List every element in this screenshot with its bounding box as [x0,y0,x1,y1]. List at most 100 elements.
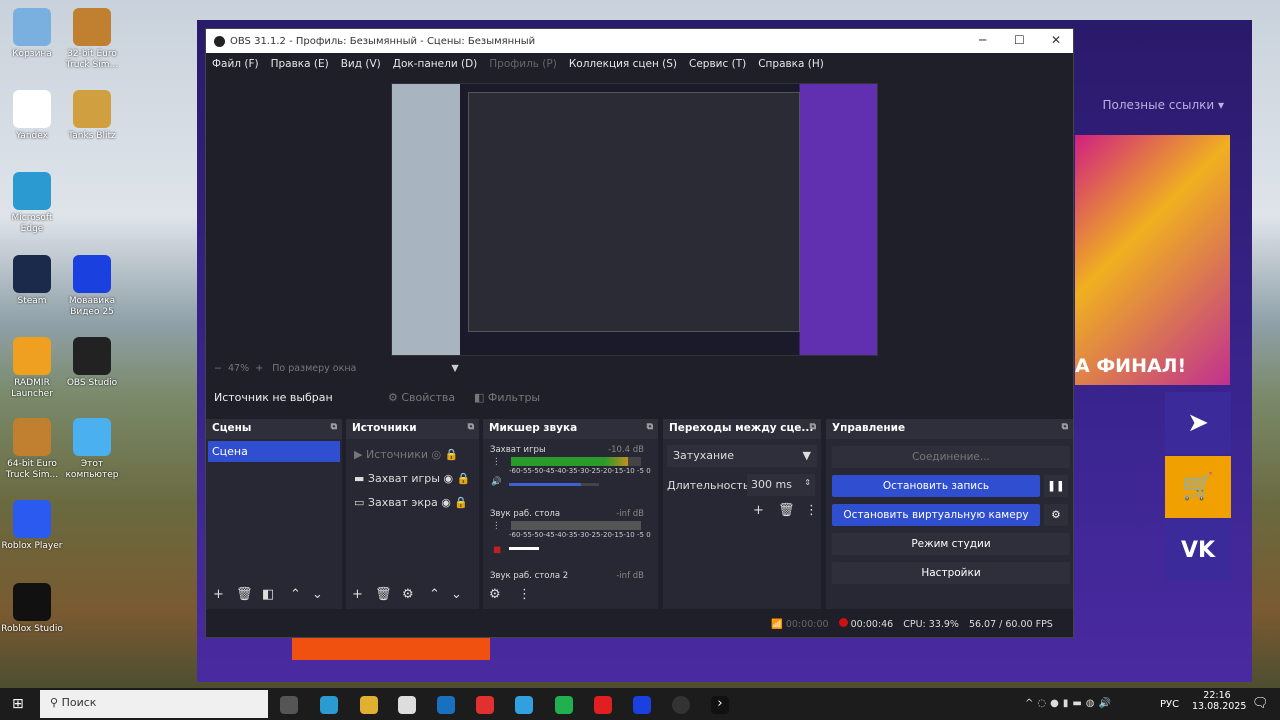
language-indicator[interactable]: РУС [1160,699,1179,710]
whatsapp-icon[interactable] [555,696,573,714]
menu-tools[interactable]: Сервис (T) [689,58,746,70]
mixer-settings-icon[interactable]: ⚙ [489,587,501,602]
zoom-in-button[interactable]: + [255,363,263,374]
store-icon[interactable] [398,696,416,714]
notification-icon[interactable]: 🗨 [1252,696,1269,711]
desktop-icon[interactable]: RADMIR Launcher [0,337,64,400]
terminal-icon[interactable]: › [711,696,729,714]
lock-icon[interactable]: 🔒 [454,496,468,509]
telegram-icon[interactable] [515,696,533,714]
maximize-button[interactable]: ☐ [1014,33,1025,47]
studio-mode-button[interactable]: Режим студии [832,533,1070,555]
desktop-icon[interactable]: Этот компьютер [60,418,124,481]
desktop-icon[interactable]: Мовавика Видео 25 [60,255,124,318]
desktop-icon[interactable]: Roblox Player [0,500,64,552]
desktop-icon[interactable]: Roblox Studio [0,583,64,635]
explorer-icon[interactable] [360,696,378,714]
close-button[interactable]: ✕ [1051,33,1061,47]
undock-icon[interactable]: ⧉ [331,422,337,432]
eye-hidden-icon[interactable]: ◎ [432,448,442,461]
move-up-icon[interactable]: ⌃ [290,587,301,602]
undock-icon[interactable]: ⧉ [810,422,816,432]
trash-icon[interactable]: 🗑 [778,503,795,518]
zoom-out-button[interactable]: − [214,363,222,374]
scene-item[interactable]: Сцена [208,441,340,462]
pause-icon[interactable]: ❚❚ [1044,475,1068,497]
task-view-icon[interactable] [280,696,298,714]
useful-links-menu[interactable]: Полезные ссылки ▾ [1102,98,1224,112]
lock-icon[interactable]: 🔒 [457,472,471,485]
telegram-icon[interactable]: ➤ [1165,392,1231,454]
search-icon: ⚲ [50,696,59,709]
more-icon[interactable]: ⋮ [805,503,818,518]
undock-icon[interactable]: ⧉ [1062,422,1068,432]
menu-docks[interactable]: Док-панели (D) [393,58,478,70]
settings-button[interactable]: Настройки [832,562,1070,584]
obs-icon[interactable] [672,696,690,714]
menu-scene-collection[interactable]: Коллекция сцен (S) [569,58,677,70]
move-down-icon[interactable]: ⌄ [451,587,462,602]
stop-virtual-camera-button[interactable]: Остановить виртуальную камеру [832,504,1040,526]
volume-slider[interactable] [509,483,599,486]
source-item[interactable]: ▬ Захват игры ◉ 🔒 [354,467,479,491]
desktop-icon-label: Yandex [16,131,48,141]
stop-recording-button[interactable]: Остановить запись [832,475,1040,497]
source-item[interactable]: ▭ Захват экра ◉ 🔒 [354,491,479,515]
desktop-icon[interactable]: OBS Studio [60,337,124,389]
add-scene-button[interactable]: + [213,587,224,602]
muted-speaker-icon[interactable]: ■ [493,545,501,555]
eye-icon[interactable]: ◉ [441,496,451,509]
menu-edit[interactable]: Правка (E) [271,58,329,70]
vk-icon[interactable]: VK [1165,520,1231,582]
zoom-fit-select[interactable]: По размеру окна [272,363,356,374]
desktop-icon[interactable]: Tanks Blitz [60,90,124,142]
speaker-icon[interactable]: 🔊 [491,477,502,487]
trash-icon[interactable]: 🗑 [375,587,392,602]
desktop-icon[interactable]: 64-bit Euro Truck Sim... [0,418,64,481]
search-box[interactable]: ⚲ Поиск [40,690,268,718]
menu-help[interactable]: Справка (H) [758,58,824,70]
desktop-icon[interactable]: Корзина [0,8,64,60]
edge-icon[interactable] [320,696,338,714]
source-item[interactable]: ▶ Источники ◎ 🔒 [354,443,479,467]
clock[interactable]: 22:16 13.08.2025 [1192,690,1246,712]
yandex-browser-icon[interactable] [476,696,494,714]
outlook-icon[interactable] [437,696,455,714]
gear-icon[interactable]: ⚙ [1044,504,1068,526]
cart-icon[interactable]: 🛒 [1165,456,1231,518]
yandex-icon[interactable] [594,696,612,714]
more-icon[interactable]: ⋮ [518,587,531,602]
desktop-icon[interactable]: Yandex [0,90,64,142]
minimize-button[interactable]: ─ [979,33,986,47]
menu-view[interactable]: Вид (V) [341,58,381,70]
eye-icon[interactable]: ◉ [443,472,453,485]
move-down-icon[interactable]: ⌄ [312,587,323,602]
chevron-down-icon[interactable]: ▼ [451,363,458,374]
lock-icon[interactable]: 🔒 [445,448,459,461]
desktop-icon[interactable]: Steam [0,255,64,307]
duration-spinbox[interactable]: 300 ms ⇕ [747,474,815,496]
undock-icon[interactable]: ⧉ [468,422,474,432]
move-up-icon[interactable]: ⌃ [429,587,440,602]
more-icon[interactable]: ⋮ [492,457,501,467]
windows-start-icon[interactable]: ⊞ [12,696,24,712]
filters-button[interactable]: ◧ Фильтры [474,391,540,404]
add-source-button[interactable]: + [352,587,363,602]
system-tray-icons[interactable]: ^◌●▮▬◍🔊 [1025,698,1115,709]
app-icon [13,337,51,375]
menu-file[interactable]: Файл (F) [212,58,259,70]
gear-icon[interactable]: ⚙ [402,587,414,602]
more-icon[interactable]: ⋮ [492,521,501,531]
desktop-icon[interactable]: Microsoft Edge [0,172,64,235]
transition-select[interactable]: Затухание ▼ [667,445,817,467]
spin-arrows-icon[interactable]: ⇕ [804,478,811,487]
movavi-icon[interactable] [633,696,651,714]
volume-slider[interactable] [509,547,539,550]
scene-filter-icon[interactable]: ◧ [262,587,274,602]
undock-icon[interactable]: ⧉ [647,422,653,432]
desktop-icon[interactable]: 32-bit Euro Truck Sim... [60,8,124,71]
preview-canvas[interactable] [391,83,878,356]
trash-icon[interactable]: 🗑 [236,587,253,602]
add-transition-button[interactable]: + [753,503,764,518]
properties-button[interactable]: ⚙ Свойства [388,391,455,404]
